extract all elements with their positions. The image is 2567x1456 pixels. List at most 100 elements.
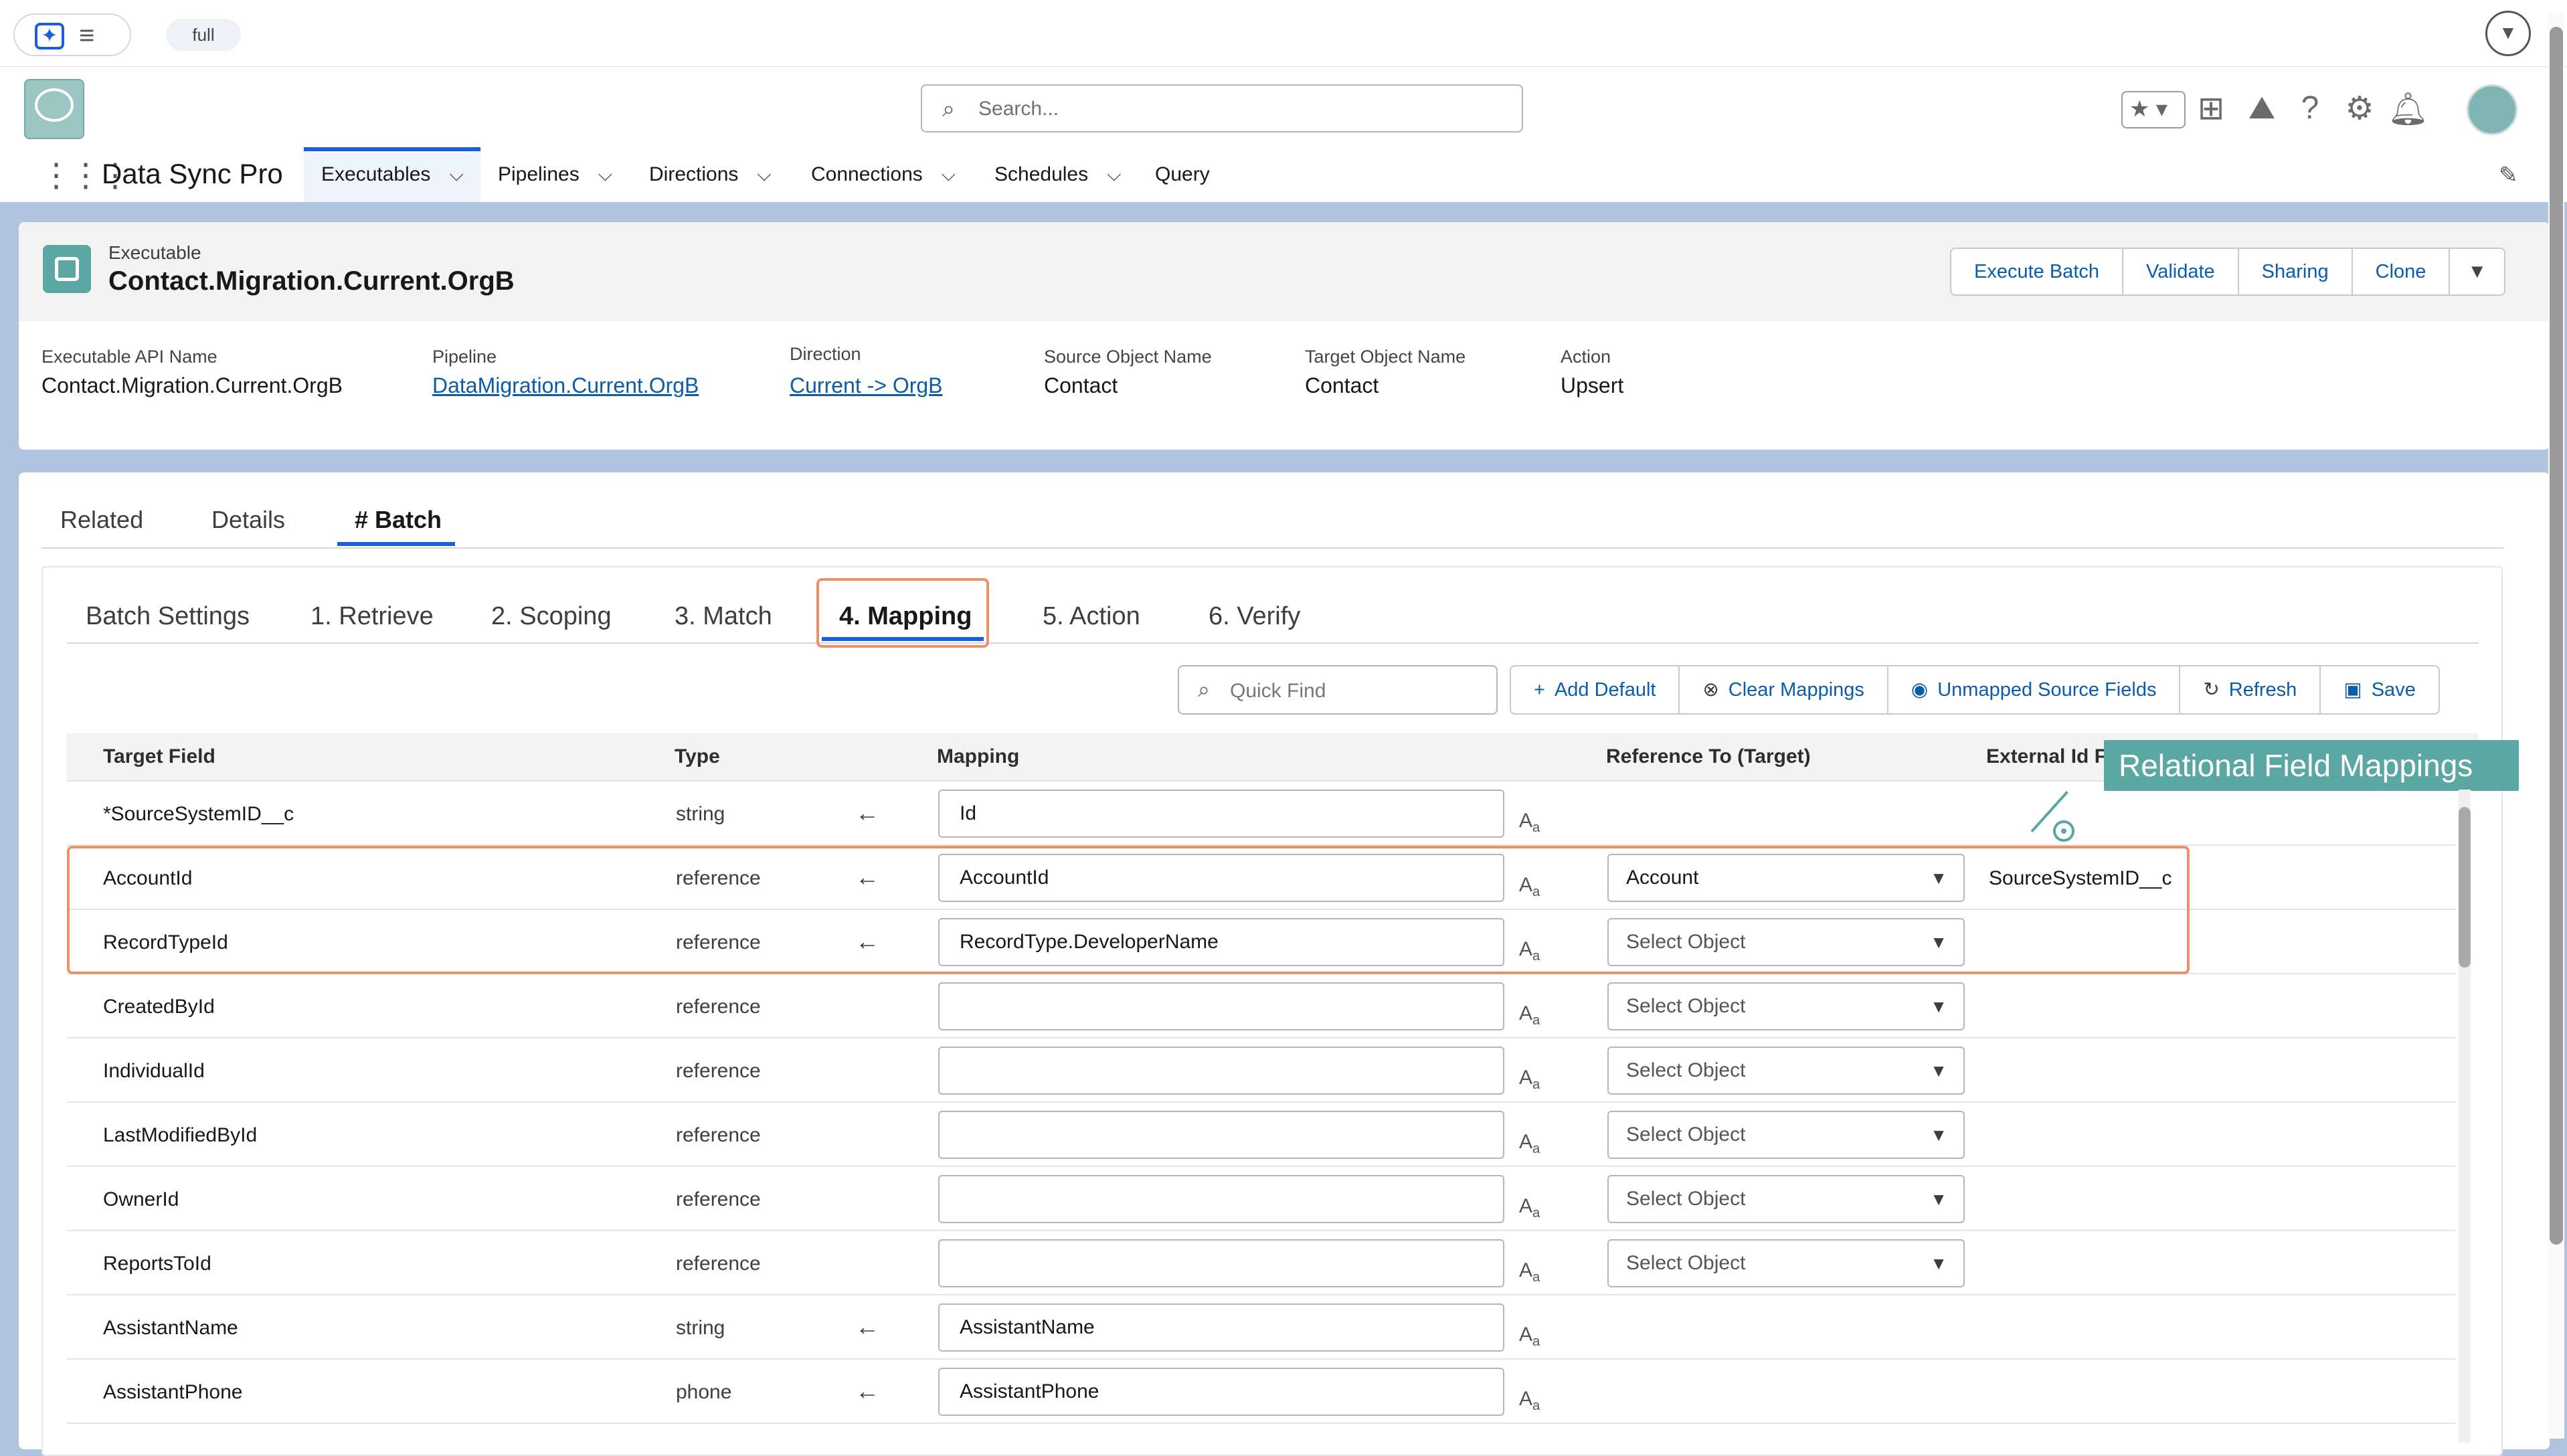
text-format-icon[interactable]: Aa xyxy=(1519,1259,1540,1285)
save-icon: ▣ xyxy=(2343,679,2362,701)
clear-x-icon: ⊗ xyxy=(1702,679,1719,701)
user-avatar[interactable] xyxy=(2467,84,2517,135)
field-value-action: Upsert xyxy=(1561,373,1624,397)
reference-object-select[interactable]: Select Object ▼ xyxy=(1607,1239,1965,1287)
logo-mark xyxy=(35,88,74,122)
text-format-icon[interactable]: Aa xyxy=(1519,1067,1540,1093)
chevron-down-icon: ⌵ xyxy=(449,164,464,185)
field-type: reference xyxy=(676,1253,761,1275)
search-placeholder: Search... xyxy=(978,98,1059,120)
header-mapping: Mapping xyxy=(937,745,1020,767)
refresh-icon: ↻ xyxy=(2203,679,2220,701)
mapping-input[interactable]: Id xyxy=(938,790,1504,838)
help-icon[interactable]: ? xyxy=(2290,90,2330,126)
chevron-down-icon: ⌵ xyxy=(1107,164,1122,185)
plus-icon: + xyxy=(1534,679,1545,701)
mapping-input[interactable] xyxy=(938,1111,1504,1159)
more-actions-caret-icon[interactable]: ▼ xyxy=(2449,248,2506,296)
save-button[interactable]: ▣ Save xyxy=(2319,665,2440,715)
record-object-label: Executable xyxy=(108,242,201,263)
text-format-icon[interactable]: Aa xyxy=(1519,1131,1540,1157)
text-format-icon[interactable]: Aa xyxy=(1519,810,1540,836)
sharing-button[interactable]: Sharing xyxy=(2237,248,2353,296)
nav-tab-executables[interactable]: Executables ⌵ xyxy=(304,147,480,202)
trailhead-icon[interactable]: ⛰ xyxy=(2242,90,2282,127)
mapping-arrow-icon: ← xyxy=(855,799,879,826)
nav-tab-query[interactable]: Query xyxy=(1138,147,1227,202)
text-format-icon[interactable]: Aa xyxy=(1519,1324,1540,1350)
launcher-icon[interactable]: ✦ xyxy=(35,23,64,50)
add-default-button[interactable]: + Add Default xyxy=(1510,665,1680,715)
mapping-input[interactable] xyxy=(938,1175,1504,1223)
field-label-target-object: Target Object Name xyxy=(1305,347,1466,367)
toggle-icon: ◉ xyxy=(1911,679,1929,701)
reference-object-select[interactable]: Select Object ▼ xyxy=(1607,1111,1965,1159)
quick-find-input[interactable]: ⌕ Quick Find xyxy=(1178,665,1498,715)
nav-tab-connections[interactable]: Connections ⌵ xyxy=(794,147,973,202)
mapping-input[interactable] xyxy=(938,1239,1504,1287)
search-icon: ⌕ xyxy=(1198,677,1210,701)
app-logo[interactable] xyxy=(24,79,84,139)
gear-icon[interactable]: ⚙ xyxy=(2339,90,2380,127)
reference-object-select[interactable]: Select Object ▼ xyxy=(1607,982,1965,1030)
dropdown-caret-icon: ▼ xyxy=(1930,996,1947,1016)
edit-nav-pencil-icon[interactable]: ✎ xyxy=(2499,162,2518,189)
favorites-button[interactable]: ★ ▾ xyxy=(2121,91,2186,128)
field-value-source-object: Contact xyxy=(1044,373,1118,397)
quick-find-placeholder: Quick Find xyxy=(1230,680,1326,702)
target-field-name: IndividualId xyxy=(103,1060,205,1082)
mapping-input[interactable] xyxy=(938,1046,1504,1095)
reference-object-select[interactable]: Select Object ▼ xyxy=(1607,1046,1965,1095)
target-field-name: AssistantName xyxy=(103,1317,238,1339)
nav-tab-schedules[interactable]: Schedules ⌵ xyxy=(977,147,1138,202)
record-title: Contact.Migration.Current.OrgB xyxy=(108,266,515,296)
page-scrollbar-thumb[interactable] xyxy=(2550,27,2563,1245)
chevron-down-icon[interactable]: ▼ xyxy=(2485,11,2531,56)
subtab-action[interactable]: 5. Action xyxy=(1043,602,1140,631)
menu-icon[interactable]: ≡ xyxy=(79,20,94,51)
tab-related[interactable]: Related xyxy=(60,506,143,534)
global-search-input[interactable]: ⌕ Search... xyxy=(921,84,1523,132)
notifications-bell-icon[interactable]: 🔔︎ xyxy=(2388,90,2428,128)
nav-tab-pipelines[interactable]: Pipelines ⌵ xyxy=(480,147,630,202)
target-field-name: ReportsToId xyxy=(103,1253,211,1275)
table-scrollbar-thumb[interactable] xyxy=(2459,807,2471,968)
tab-batch[interactable]: # Batch xyxy=(355,506,442,534)
subtab-verify[interactable]: 6. Verify xyxy=(1209,602,1300,631)
global-actions-icon[interactable]: ⊞ xyxy=(2191,90,2231,127)
pipeline-link[interactable]: DataMigration.Current.OrgB xyxy=(432,373,699,398)
execute-batch-button[interactable]: Execute Batch xyxy=(1950,248,2123,296)
dropdown-caret-icon: ▼ xyxy=(1930,1125,1947,1145)
subtab-retrieve[interactable]: 1. Retrieve xyxy=(311,602,434,631)
unmapped-source-fields-button[interactable]: ◉ Unmapped Source Fields xyxy=(1886,665,2181,715)
environment-badge: full xyxy=(166,19,241,51)
text-format-icon[interactable]: Aa xyxy=(1519,1002,1540,1028)
callout-anchor-dot xyxy=(2053,820,2074,842)
relational-mapping-highlight xyxy=(67,846,2190,974)
clear-mappings-button[interactable]: ⊗ Clear Mappings xyxy=(1678,665,1888,715)
mapping-input[interactable]: AssistantPhone xyxy=(938,1368,1504,1416)
active-tab-indicator xyxy=(337,542,455,546)
reference-select-value: Select Object xyxy=(1626,1188,1746,1210)
reference-object-select[interactable]: Select Object ▼ xyxy=(1607,1175,1965,1223)
text-format-icon[interactable]: Aa xyxy=(1519,1388,1540,1414)
subtab-scoping[interactable]: 2. Scoping xyxy=(491,602,612,631)
subtab-batch-settings[interactable]: Batch Settings xyxy=(86,602,250,631)
clone-button[interactable]: Clone xyxy=(2351,248,2451,296)
text-format-icon[interactable]: Aa xyxy=(1519,1195,1540,1221)
header-external-id: External Id F xyxy=(1986,745,2107,767)
launcher-pill[interactable]: ✦ ≡ xyxy=(13,13,131,56)
target-field-name: *SourceSystemID__c xyxy=(103,803,294,825)
subtab-mapping[interactable]: 4. Mapping xyxy=(839,602,972,631)
direction-link[interactable]: Current -> OrgB xyxy=(790,373,943,398)
field-label-direction: Direction xyxy=(790,344,861,364)
field-type: reference xyxy=(676,1124,761,1146)
dropdown-caret-icon: ▼ xyxy=(1930,1061,1947,1081)
validate-button[interactable]: Validate xyxy=(2122,248,2239,296)
refresh-button[interactable]: ↻ Refresh xyxy=(2179,665,2321,715)
mapping-input[interactable] xyxy=(938,982,1504,1030)
nav-tab-directions[interactable]: Directions ⌵ xyxy=(632,147,789,202)
tab-details[interactable]: Details xyxy=(211,506,285,534)
mapping-input[interactable]: AssistantName xyxy=(938,1303,1504,1352)
subtab-match[interactable]: 3. Match xyxy=(675,602,772,631)
